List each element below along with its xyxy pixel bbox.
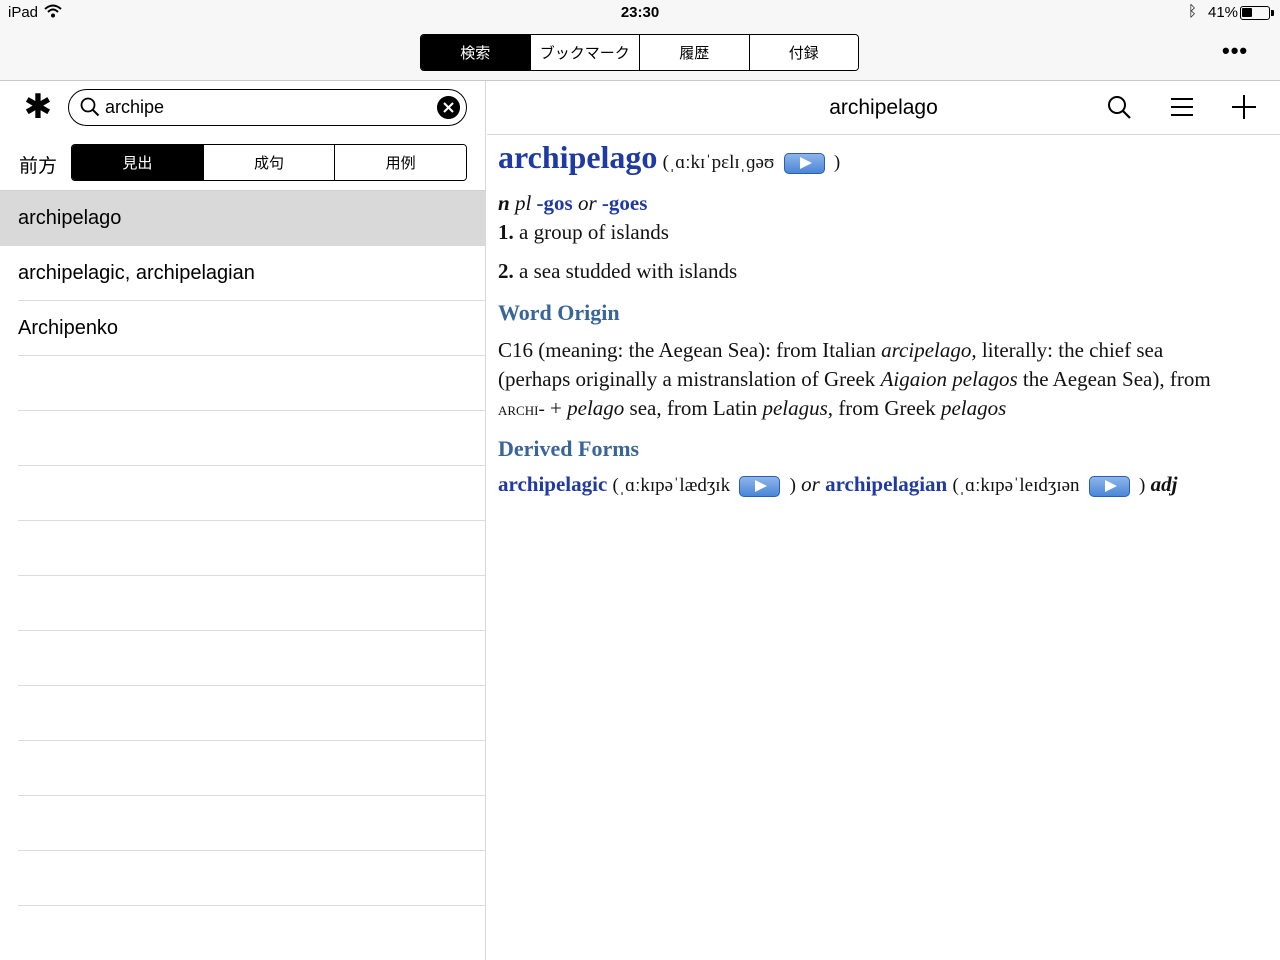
- origin-text: from Greek: [833, 396, 941, 420]
- or-label: or: [801, 472, 820, 496]
- cross-reference[interactable]: archi-: [498, 399, 545, 420]
- more-icon[interactable]: •••: [1222, 38, 1248, 64]
- origin-italic: Aigaion pelagos: [880, 367, 1018, 391]
- derived-forms-line: archipelagic (ˌɑːkɪpəˈlædʒɪk ) or archip…: [498, 472, 1177, 497]
- play-audio-icon[interactable]: [783, 152, 825, 174]
- search-icon[interactable]: [1105, 93, 1133, 121]
- empty-row: [18, 686, 486, 741]
- mode-headword[interactable]: 見出: [72, 145, 204, 180]
- empty-row: [18, 741, 486, 796]
- empty-row: [18, 796, 486, 851]
- results-list: archipelago archipelagic, archipelagian …: [0, 190, 486, 960]
- search-input[interactable]: [105, 94, 425, 120]
- tab-appendix[interactable]: 付録: [749, 35, 858, 70]
- empty-row: [18, 411, 486, 466]
- entry-header: archipelago: [487, 81, 1280, 135]
- menu-icon[interactable]: [1168, 93, 1196, 121]
- pronunciation: ˌɑːkɪpəˈleɪdʒɪən: [958, 475, 1080, 496]
- headword-line: archipelago (ˌɑːkɪˈpɛlɪˌɡəʊ ): [498, 139, 840, 176]
- top-toolbar: 検索 ブックマーク 履歴 付録 •••: [0, 26, 1280, 81]
- derived-form: archipelagic: [498, 472, 608, 496]
- main-tabs: 検索 ブックマーク 履歴 付録: [420, 34, 859, 71]
- empty-row: [18, 906, 486, 960]
- sense-2: 2. a sea studded with islands: [498, 259, 737, 284]
- play-audio-icon[interactable]: [1088, 475, 1130, 497]
- word-origin-heading: Word Origin: [498, 300, 620, 325]
- search-mode-tabs: 見出 成句 用例: [71, 144, 467, 181]
- empty-row: [18, 851, 486, 906]
- mode-phrase[interactable]: 成句: [203, 145, 336, 180]
- sense-1: 1. a group of islands: [498, 220, 669, 245]
- search-pane: ✱ 前方 見出 成句 用例 archipelago archipelagic, …: [0, 81, 486, 960]
- search-icon: [80, 97, 100, 117]
- derived-form: archipelagian: [825, 472, 948, 496]
- plural-form: -gos: [536, 191, 573, 215]
- list-item[interactable]: Archipenko: [18, 301, 486, 356]
- origin-italic: pelagus,: [762, 396, 834, 420]
- add-icon[interactable]: [1230, 93, 1258, 121]
- pron-close: ): [789, 475, 796, 496]
- tab-search[interactable]: 検索: [421, 35, 531, 70]
- sense-text: a sea studded with islands: [519, 259, 738, 283]
- sense-text: a group of islands: [519, 220, 669, 244]
- clear-search-icon[interactable]: [437, 96, 460, 119]
- pronunciation: ˌɑːkɪpəˈlædʒɪk: [618, 475, 731, 496]
- sense-number: 2.: [498, 259, 514, 283]
- sense-number: 1.: [498, 220, 514, 244]
- pron-close: ): [833, 152, 841, 173]
- pronunciation: ˌɑːkɪˈpɛlɪˌɡəʊ: [668, 152, 775, 173]
- word-origin-text: C16 (meaning: the Aegean Sea): from Ital…: [498, 336, 1238, 424]
- battery-percent: 41%: [1208, 4, 1239, 21]
- empty-row: [18, 576, 486, 631]
- mode-example[interactable]: 用例: [335, 145, 466, 180]
- plural-label: pl: [514, 191, 532, 215]
- battery-fill: [1242, 8, 1252, 17]
- headword: archipelago: [498, 139, 658, 175]
- empty-row: [18, 631, 486, 686]
- origin-italic: arcipelago,: [881, 338, 977, 362]
- origin-text: the Aegean Sea), from: [1017, 367, 1211, 391]
- search-mode-label: 前方: [19, 156, 58, 177]
- wildcard-icon[interactable]: ✱: [22, 89, 54, 125]
- or-label: or: [577, 191, 597, 215]
- status-bar: iPad 23:30 ᛒ 41%: [0, 0, 1280, 26]
- origin-italic: pelagos: [940, 396, 1007, 420]
- pos-label: adj: [1150, 472, 1178, 496]
- plural-form: -goes: [601, 191, 648, 215]
- tab-bookmarks[interactable]: ブックマーク: [530, 35, 640, 70]
- origin-text: sea, from Latin: [624, 396, 763, 420]
- origin-text: C16 (meaning: the Aegean Sea): from Ital…: [498, 338, 882, 362]
- play-audio-icon[interactable]: [739, 475, 781, 497]
- empty-row: [18, 466, 486, 521]
- list-item[interactable]: archipelagic, archipelagian: [18, 246, 486, 301]
- list-item[interactable]: archipelago: [0, 191, 486, 246]
- bluetooth-icon: ᛒ: [1188, 3, 1198, 20]
- empty-row: [18, 356, 486, 411]
- clock: 23:30: [620, 4, 660, 21]
- battery-icon: [1240, 6, 1274, 20]
- origin-text: +: [544, 396, 568, 420]
- plural-line: n pl -gos or -goes: [498, 191, 647, 216]
- entry-title: archipelago: [829, 96, 938, 119]
- empty-row: [18, 521, 486, 576]
- pron-close: ): [1139, 475, 1146, 496]
- pos-label: n: [498, 191, 510, 215]
- origin-italic: pelago: [567, 396, 625, 420]
- search-bar: [68, 89, 467, 126]
- derived-forms-heading: Derived Forms: [498, 436, 640, 461]
- entry-pane: archipelago archipelago (ˌɑːkɪˈpɛlɪˌɡəʊ …: [487, 81, 1280, 960]
- tab-history[interactable]: 履歴: [640, 35, 750, 70]
